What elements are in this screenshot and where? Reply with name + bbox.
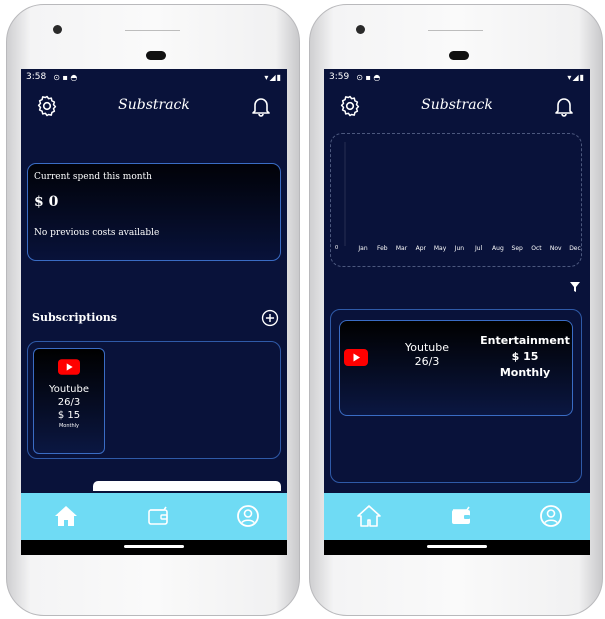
spend-note: No previous costs available	[34, 228, 160, 238]
bell-icon[interactable]	[249, 94, 273, 118]
earpiece	[449, 51, 469, 60]
wallet-icon[interactable]	[145, 503, 171, 529]
phone-frame-left: 3:58 ⊙ ▪ ◓ ▾◢▮ Substrack Current spend t…	[6, 4, 300, 616]
home-indicator[interactable]	[427, 545, 487, 548]
filter-icon[interactable]	[569, 281, 581, 293]
phone-frame-right: 3:59 ⊙ ▪ ◓ ▾◢▮ Substrack 0 Jan Feb Mar Apr Ma…	[309, 4, 603, 616]
subscriptions-list: Youtube 26/3 $ 15 Monthly	[27, 341, 281, 459]
subscription-cycle: Monthly	[499, 366, 551, 379]
x-tick-label-mar: Mar	[396, 245, 408, 252]
subscription-price: $ 15	[511, 350, 539, 363]
status-bar: 3:58 ⊙ ▪ ◓ ▾◢▮	[21, 69, 287, 85]
x-tick-label-jan: Jan	[357, 245, 367, 252]
wallet-icon[interactable]	[448, 503, 474, 529]
app-title: Substrack	[421, 97, 493, 113]
subscription-name-date: Youtube 26/3	[392, 341, 462, 369]
x-tick-label-jul: Jul	[474, 245, 483, 252]
x-tick-label-feb: Feb	[377, 245, 388, 252]
status-time: 3:59	[329, 72, 350, 82]
status-notification-icons: ⊙ ▪ ◓	[356, 72, 381, 82]
x-tick-label-apr: Apr	[416, 245, 427, 252]
chart-canvas: 0 Jan Feb Mar Apr May Jun Jul Aug Sep Oct Nov Dec	[335, 142, 581, 252]
monthly-spend-chart: 0 Jan Feb Mar Apr May Jun Jul Aug Sep Oct Nov Dec	[330, 133, 582, 267]
front-camera	[356, 25, 365, 34]
status-signal-battery: ▾◢▮	[264, 72, 282, 82]
y-tick-label: 0	[335, 245, 338, 251]
speaker-grille	[428, 30, 483, 31]
app-bar: Substrack	[21, 89, 287, 123]
status-bar: 3:59 ⊙ ▪ ◓ ▾◢▮	[324, 69, 590, 85]
status-time: 3:58	[26, 72, 47, 82]
add-subscription-button[interactable]	[261, 309, 279, 327]
current-spend-card: Current spend this month $ 0 No previous…	[27, 163, 281, 261]
app-screen-left: 3:58 ⊙ ▪ ◓ ▾◢▮ Substrack Current spend t…	[21, 69, 287, 555]
subscriptions-list: Youtube 26/3 Entertainment $ 15 Monthly	[330, 309, 582, 483]
spend-amount: $ 0	[34, 194, 59, 210]
user-icon[interactable]	[235, 503, 261, 529]
subscription-card-youtube[interactable]: Youtube 26/3 Entertainment $ 15 Monthly	[339, 320, 573, 416]
status-notification-icons: ⊙ ▪ ◓	[53, 72, 78, 82]
subscription-details: Entertainment $ 15 Monthly	[480, 333, 570, 381]
earpiece	[146, 51, 166, 60]
app-screen-right: 3:59 ⊙ ▪ ◓ ▾◢▮ Substrack 0 Jan Feb Mar Apr Ma…	[324, 69, 590, 555]
home-icon[interactable]	[53, 503, 79, 529]
bottom-nav	[324, 493, 590, 540]
x-tick-label-may: May	[434, 245, 447, 252]
bell-icon[interactable]	[552, 94, 576, 118]
youtube-icon	[344, 349, 368, 366]
subscriptions-heading: Subscriptions	[32, 311, 117, 324]
user-icon[interactable]	[538, 503, 564, 529]
x-tick-label-oct: Oct	[531, 245, 542, 252]
subscription-category: Entertainment	[480, 334, 570, 347]
x-tick-label-jun: Jun	[454, 245, 465, 252]
x-tick-label-aug: Aug	[492, 245, 504, 252]
subscription-name: Youtube	[49, 384, 89, 395]
system-nav-bar	[324, 540, 590, 555]
bottom-nav	[21, 493, 287, 540]
subscription-tile-youtube[interactable]: Youtube 26/3 $ 15 Monthly	[33, 348, 105, 454]
home-indicator[interactable]	[124, 545, 184, 548]
speaker-grille	[125, 30, 180, 31]
x-tick-label-sep: Sep	[512, 245, 524, 252]
subscription-name: Youtube	[405, 341, 449, 354]
home-icon[interactable]	[356, 503, 382, 529]
spend-label: Current spend this month	[34, 172, 152, 182]
x-tick-label-dec: Dec	[569, 245, 581, 252]
subscription-cycle: Monthly	[58, 423, 80, 429]
app-bar: Substrack	[324, 89, 590, 123]
subscription-date: 26/3	[57, 397, 81, 408]
front-camera	[53, 25, 62, 34]
subscription-price: $ 15	[57, 410, 81, 421]
subscription-date: 26/3	[414, 355, 440, 368]
app-title: Substrack	[118, 97, 190, 113]
x-tick-label-nov: Nov	[550, 245, 562, 252]
system-nav-bar	[21, 540, 287, 555]
bottom-sheet-handle	[93, 481, 281, 491]
status-signal-battery: ▾◢▮	[567, 72, 585, 82]
youtube-icon	[58, 359, 80, 375]
